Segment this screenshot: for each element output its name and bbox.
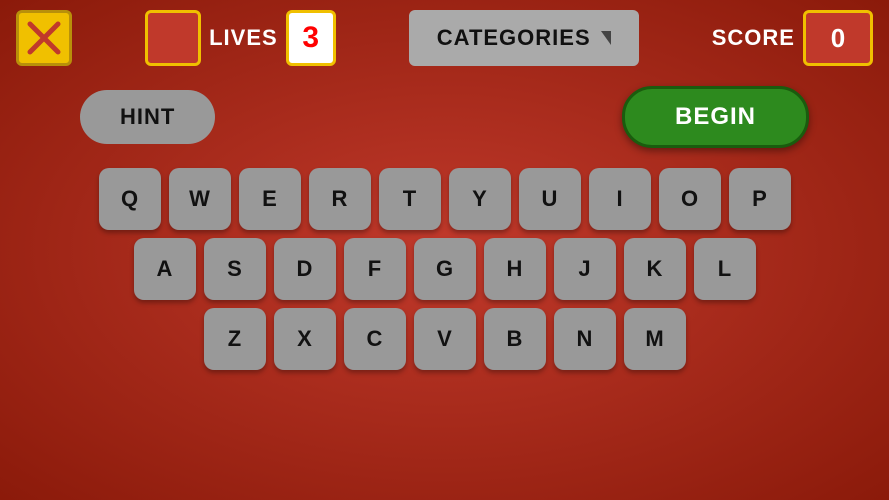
- keyboard-row-2: ZXCVBNM: [204, 308, 686, 370]
- key-k[interactable]: K: [624, 238, 686, 300]
- key-x[interactable]: X: [274, 308, 336, 370]
- key-h[interactable]: H: [484, 238, 546, 300]
- key-p[interactable]: P: [729, 168, 791, 230]
- key-z[interactable]: Z: [204, 308, 266, 370]
- key-d[interactable]: D: [274, 238, 336, 300]
- keyboard-row-0: QWERTYUIOP: [99, 168, 791, 230]
- key-s[interactable]: S: [204, 238, 266, 300]
- keyboard-row-1: ASDFGHJKL: [134, 238, 756, 300]
- key-j[interactable]: J: [554, 238, 616, 300]
- key-i[interactable]: I: [589, 168, 651, 230]
- begin-button[interactable]: BEGIN: [622, 86, 809, 148]
- header: LIVES 3 CATEGORIES SCORE 0: [0, 0, 889, 76]
- key-v[interactable]: V: [414, 308, 476, 370]
- score-label: SCORE: [712, 25, 795, 51]
- key-u[interactable]: U: [519, 168, 581, 230]
- lives-section: LIVES 3: [145, 10, 336, 66]
- categories-button[interactable]: CATEGORIES: [409, 10, 639, 66]
- key-c[interactable]: C: [344, 308, 406, 370]
- categories-label: CATEGORIES: [437, 25, 591, 51]
- lives-count: 3: [286, 10, 336, 66]
- key-b[interactable]: B: [484, 308, 546, 370]
- key-w[interactable]: W: [169, 168, 231, 230]
- key-e[interactable]: E: [239, 168, 301, 230]
- lives-icon-box: [145, 10, 201, 66]
- hint-button[interactable]: HINT: [80, 90, 215, 144]
- key-a[interactable]: A: [134, 238, 196, 300]
- key-t[interactable]: T: [379, 168, 441, 230]
- lives-label: LIVES: [209, 25, 278, 51]
- key-y[interactable]: Y: [449, 168, 511, 230]
- categories-arrow-icon: [601, 31, 611, 45]
- key-l[interactable]: L: [694, 238, 756, 300]
- score-section: SCORE 0: [712, 10, 873, 66]
- key-m[interactable]: M: [624, 308, 686, 370]
- key-r[interactable]: R: [309, 168, 371, 230]
- key-g[interactable]: G: [414, 238, 476, 300]
- score-value: 0: [803, 10, 873, 66]
- keyboard: QWERTYUIOPASDFGHJKLZXCVBNM: [99, 168, 791, 370]
- close-icon: [26, 20, 62, 56]
- main-area: HINT BEGIN QWERTYUIOPASDFGHJKLZXCVBNM: [0, 76, 889, 500]
- key-f[interactable]: F: [344, 238, 406, 300]
- key-o[interactable]: O: [659, 168, 721, 230]
- key-q[interactable]: Q: [99, 168, 161, 230]
- close-button[interactable]: [16, 10, 72, 66]
- action-row: HINT BEGIN: [60, 86, 829, 148]
- key-n[interactable]: N: [554, 308, 616, 370]
